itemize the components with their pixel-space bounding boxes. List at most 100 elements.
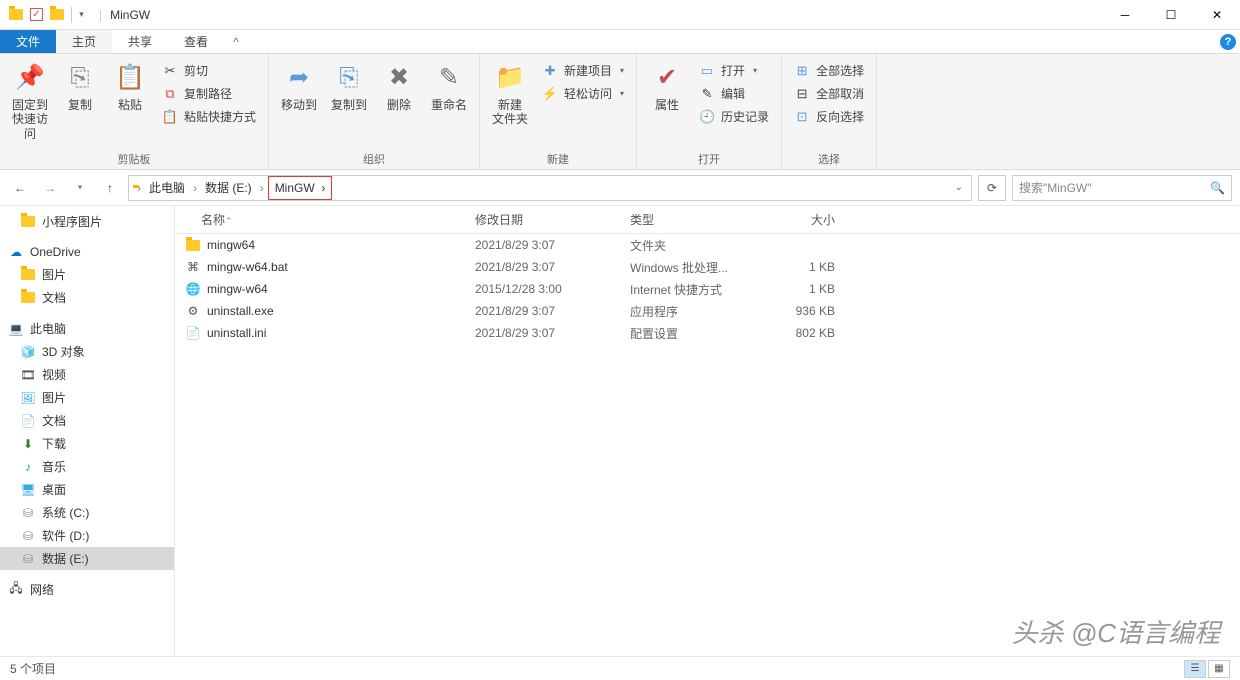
chevron-right-icon[interactable]: › (135, 181, 143, 195)
nav-downloads[interactable]: ⬇下载 (0, 432, 174, 455)
col-name[interactable]: 名称⌃ (175, 211, 465, 228)
file-row[interactable]: 📄uninstall.ini2021/8/29 3:07配置设置802 KB (175, 322, 1240, 344)
file-row[interactable]: ⌘mingw-w64.bat2021/8/29 3:07Windows 批处理.… (175, 256, 1240, 278)
moveto-icon: ➦ (283, 62, 315, 94)
file-icon: 📄 (185, 325, 201, 341)
view-icons-button[interactable]: ▦ (1208, 660, 1230, 678)
tab-file[interactable]: 文件 (0, 30, 56, 53)
invert-button[interactable]: ⊡反向选择 (790, 106, 868, 127)
open-button[interactable]: ▭打开▾ (695, 60, 773, 81)
nav-miniprogram[interactable]: 小程序图片 (0, 210, 174, 233)
nav-desktop[interactable]: 🖥桌面 (0, 478, 174, 501)
drive-icon: ⛁ (20, 528, 36, 544)
recent-dropdown[interactable]: ▾ (68, 176, 92, 200)
history-button[interactable]: 🕘历史记录 (695, 106, 773, 127)
history-icon: 🕘 (699, 109, 715, 125)
nav-network[interactable]: 🖧网络 (0, 578, 174, 601)
selectnone-button[interactable]: ⊟全部取消 (790, 83, 868, 104)
nav-documents[interactable]: 文档 (0, 286, 174, 309)
delete-button[interactable]: ✖删除 (375, 58, 423, 116)
file-size: 1 KB (765, 260, 845, 274)
refresh-button[interactable]: ⟳ (978, 175, 1006, 201)
nav-sysc[interactable]: ⛁系统 (C:) (0, 501, 174, 524)
file-name: uninstall.ini (207, 326, 465, 340)
address-bar[interactable]: › 此电脑 › 数据 (E:) › MinGW › ⌄ (128, 175, 972, 201)
copyto-icon: ⎘ (333, 62, 365, 94)
file-date: 2021/8/29 3:07 (465, 326, 620, 340)
file-size: 936 KB (765, 304, 845, 318)
crumb-folder[interactable]: MinGW › (268, 176, 333, 200)
tab-share[interactable]: 共享 (112, 30, 168, 53)
nav-onedrive[interactable]: ☁OneDrive (0, 241, 174, 263)
copy-button[interactable]: ⎘复制 (56, 58, 104, 116)
file-row[interactable]: mingw642021/8/29 3:07文件夹 (175, 234, 1240, 256)
addr-dropdown-icon[interactable]: ⌄ (951, 182, 967, 193)
easyaccess-button[interactable]: ⚡轻松访问▾ (538, 83, 628, 104)
copy-path-button[interactable]: ⧉复制路径 (158, 83, 260, 104)
crumb-drive[interactable]: 数据 (E:) (201, 176, 256, 200)
copy-icon: ⎘ (64, 62, 96, 94)
group-label-select: 选择 (788, 149, 870, 167)
forward-button[interactable]: → (38, 176, 62, 200)
minimize-button[interactable]: ─ (1102, 0, 1148, 30)
qat-dropdown-icon[interactable]: ▾ (71, 7, 87, 23)
search-input[interactable]: 搜索"MinGW" 🔍 (1012, 175, 1232, 201)
view-details-button[interactable]: ☰ (1184, 660, 1206, 678)
back-button[interactable]: ← (8, 176, 32, 200)
folder-icon (8, 7, 24, 23)
group-label-new: 新建 (486, 149, 630, 167)
cut-button[interactable]: ✂剪切 (158, 60, 260, 81)
col-type[interactable]: 类型 (620, 211, 765, 228)
tab-home[interactable]: 主页 (56, 30, 112, 53)
nav-datae[interactable]: ⛁数据 (E:) (0, 547, 174, 570)
pin-button[interactable]: 📌固定到 快速访问 (6, 58, 54, 145)
ribbon: 📌固定到 快速访问 ⎘复制 📋粘贴 ✂剪切 ⧉复制路径 📋粘贴快捷方式 剪贴板 … (0, 54, 1240, 170)
folder-icon (20, 290, 36, 306)
chevron-right-icon[interactable]: › (191, 181, 199, 195)
tab-view[interactable]: 查看 (168, 30, 224, 53)
edit-button[interactable]: ✎编辑 (695, 83, 773, 104)
moveto-button[interactable]: ➦移动到 (275, 58, 323, 116)
file-date: 2021/8/29 3:07 (465, 260, 620, 274)
nav-documents2[interactable]: 📄文档 (0, 409, 174, 432)
downloads-icon: ⬇ (20, 436, 36, 452)
documents-icon: 📄 (20, 413, 36, 429)
paste-button[interactable]: 📋粘贴 (106, 58, 154, 116)
selectall-button[interactable]: ⊞全部选择 (790, 60, 868, 81)
newfolder-button[interactable]: 📁新建 文件夹 (486, 58, 534, 131)
help-icon[interactable]: ? (1216, 30, 1240, 53)
qat-checkbox-icon[interactable]: ✓ (30, 8, 43, 21)
nav-softd[interactable]: ⛁软件 (D:) (0, 524, 174, 547)
nav-thispc[interactable]: 💻此电脑 (0, 317, 174, 340)
col-date[interactable]: 修改日期 (465, 211, 620, 228)
file-row[interactable]: 🌐mingw-w642015/12/28 3:00Internet 快捷方式1 … (175, 278, 1240, 300)
close-button[interactable]: ✕ (1194, 0, 1240, 30)
file-type: 文件夹 (620, 237, 765, 254)
file-type: 配置设置 (620, 325, 765, 342)
newitem-button[interactable]: ✚新建项目▾ (538, 60, 628, 81)
nav-3dobjects[interactable]: 🧊3D 对象 (0, 340, 174, 363)
navigation-pane[interactable]: 小程序图片 ☁OneDrive 图片 文档 💻此电脑 🧊3D 对象 🎞视频 🖼图… (0, 206, 175, 656)
folder-icon (49, 7, 65, 23)
nav-pictures2[interactable]: 🖼图片 (0, 386, 174, 409)
column-headers[interactable]: 名称⌃ 修改日期 类型 大小 (175, 206, 1240, 234)
crumb-thispc[interactable]: 此电脑 (145, 176, 189, 200)
selectnone-icon: ⊟ (794, 86, 810, 102)
paste-shortcut-button[interactable]: 📋粘贴快捷方式 (158, 106, 260, 127)
chevron-right-icon[interactable]: › (258, 181, 266, 195)
file-row[interactable]: ⚙uninstall.exe2021/8/29 3:07应用程序936 KB (175, 300, 1240, 322)
copypath-icon: ⧉ (162, 86, 178, 102)
file-date: 2021/8/29 3:07 (465, 238, 620, 252)
maximize-button[interactable]: ☐ (1148, 0, 1194, 30)
nav-videos[interactable]: 🎞视频 (0, 363, 174, 386)
nav-music[interactable]: ♪音乐 (0, 455, 174, 478)
properties-button[interactable]: ✔属性 (643, 58, 691, 116)
up-button[interactable]: ↑ (98, 176, 122, 200)
copyto-button[interactable]: ⎘复制到 (325, 58, 373, 116)
col-size[interactable]: 大小 (765, 211, 845, 228)
ribbon-collapse-icon[interactable]: ^ (224, 30, 248, 53)
file-list[interactable]: mingw642021/8/29 3:07文件夹⌘mingw-w64.bat20… (175, 234, 1240, 656)
file-date: 2015/12/28 3:00 (465, 282, 620, 296)
rename-button[interactable]: ✎重命名 (425, 58, 473, 116)
nav-pictures[interactable]: 图片 (0, 263, 174, 286)
